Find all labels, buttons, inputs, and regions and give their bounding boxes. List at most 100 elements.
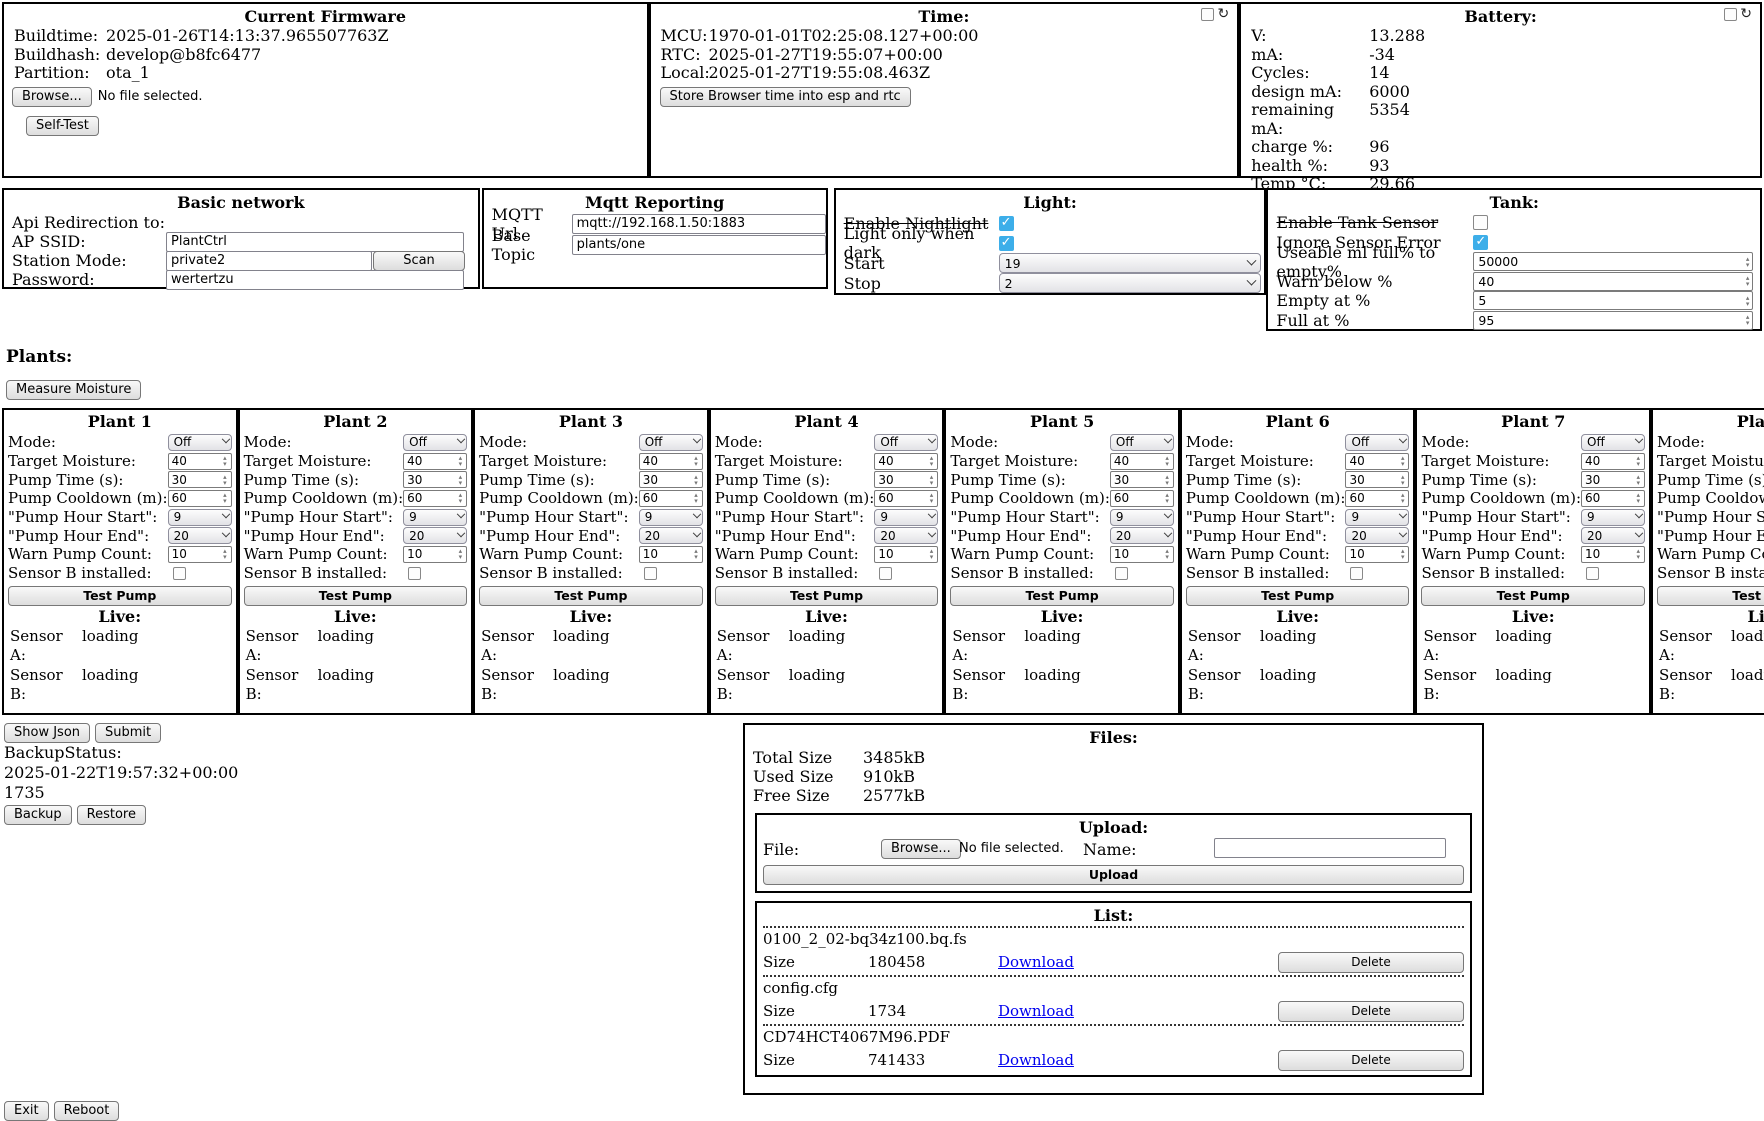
- number-spinner[interactable]: ▴▾: [1744, 314, 1752, 326]
- target-moisture-input[interactable]: 40 ▴▾: [403, 453, 467, 470]
- enable-tank-sensor-checkbox[interactable]: [1473, 215, 1488, 230]
- pump-hour-end-select[interactable]: 20: [168, 527, 232, 544]
- test-pump-button[interactable]: Test Pump: [1421, 586, 1645, 606]
- enable-nightlight-checkbox[interactable]: [999, 216, 1014, 231]
- test-pump-button[interactable]: Test Pump: [1657, 586, 1764, 606]
- download-link[interactable]: Download: [998, 953, 1074, 971]
- light-stop-select[interactable]: 2: [999, 273, 1261, 293]
- download-link[interactable]: Download: [998, 1002, 1074, 1020]
- target-moisture-input[interactable]: 40 ▴▾: [1110, 453, 1174, 470]
- upload-name-input[interactable]: [1214, 838, 1446, 858]
- test-pump-button[interactable]: Test Pump: [8, 586, 232, 606]
- sensor-b-installed-checkbox[interactable]: [644, 567, 657, 580]
- backup-button[interactable]: Backup: [4, 805, 72, 825]
- target-moisture-input[interactable]: 40 ▴▾: [874, 453, 938, 470]
- warn-pump-count-input[interactable]: 10 ▴▾: [403, 546, 467, 563]
- pump-cooldown-input[interactable]: 60 ▴▾: [874, 490, 938, 507]
- scan-button[interactable]: Scan: [373, 251, 465, 271]
- number-spinner[interactable]: ▴▾: [1163, 548, 1171, 560]
- pump-hour-start-select[interactable]: 9: [1581, 509, 1645, 526]
- station-mode-input[interactable]: [166, 251, 372, 271]
- pump-hour-end-select[interactable]: 20: [1581, 527, 1645, 544]
- test-pump-button[interactable]: Test Pump: [1186, 586, 1410, 606]
- mode-select[interactable]: Off: [1345, 434, 1409, 451]
- number-spinner[interactable]: ▴▾: [692, 548, 700, 560]
- refresh-icon[interactable]: ↻: [1740, 8, 1752, 21]
- download-link[interactable]: Download: [998, 1051, 1074, 1069]
- target-moisture-input[interactable]: 40 ▴▾: [1581, 453, 1645, 470]
- target-moisture-input[interactable]: 40 ▴▾: [168, 453, 232, 470]
- pump-hour-end-select[interactable]: 20: [1345, 527, 1409, 544]
- mode-select[interactable]: Off: [168, 434, 232, 451]
- number-spinner[interactable]: ▴▾: [1163, 474, 1171, 486]
- number-spinner[interactable]: ▴▾: [1635, 548, 1643, 560]
- mode-select[interactable]: Off: [1581, 434, 1645, 451]
- test-pump-button[interactable]: Test Pump: [950, 586, 1174, 606]
- warn-pump-count-input[interactable]: 10 ▴▾: [1581, 546, 1645, 563]
- empty-at-input[interactable]: 5 ▴▾: [1473, 291, 1753, 310]
- number-spinner[interactable]: ▴▾: [1163, 492, 1171, 504]
- reboot-button[interactable]: Reboot: [54, 1101, 120, 1121]
- ignore-sensor-error-checkbox[interactable]: [1473, 235, 1488, 250]
- test-pump-button[interactable]: Test Pump: [244, 586, 468, 606]
- light-start-select[interactable]: 19: [999, 253, 1261, 273]
- pump-cooldown-input[interactable]: 60 ▴▾: [403, 490, 467, 507]
- pump-hour-start-select[interactable]: 9: [874, 509, 938, 526]
- password-input[interactable]: [166, 270, 464, 290]
- warn-below-input[interactable]: 40 ▴▾: [1473, 272, 1753, 291]
- number-spinner[interactable]: ▴▾: [928, 492, 936, 504]
- number-spinner[interactable]: ▴▾: [457, 474, 465, 486]
- pump-hour-start-select[interactable]: 9: [168, 509, 232, 526]
- number-spinner[interactable]: ▴▾: [1399, 548, 1407, 560]
- number-spinner[interactable]: ▴▾: [1163, 455, 1171, 467]
- warn-pump-count-input[interactable]: 10 ▴▾: [639, 546, 703, 563]
- ap-ssid-input[interactable]: [166, 232, 464, 252]
- mode-select[interactable]: Off: [403, 434, 467, 451]
- pump-hour-start-select[interactable]: 9: [1110, 509, 1174, 526]
- number-spinner[interactable]: ▴▾: [692, 474, 700, 486]
- measure-moisture-button[interactable]: Measure Moisture: [6, 380, 141, 400]
- number-spinner[interactable]: ▴▾: [692, 492, 700, 504]
- warn-pump-count-input[interactable]: 10 ▴▾: [874, 546, 938, 563]
- pump-time-input[interactable]: 30 ▴▾: [1581, 471, 1645, 488]
- pump-hour-end-select[interactable]: 20: [639, 527, 703, 544]
- pump-hour-end-select[interactable]: 20: [403, 527, 467, 544]
- store-browser-time-button[interactable]: Store Browser time into esp and rtc: [660, 87, 911, 107]
- sensor-b-installed-checkbox[interactable]: [879, 567, 892, 580]
- target-moisture-input[interactable]: 40 ▴▾: [1345, 453, 1409, 470]
- pump-time-input[interactable]: 30 ▴▾: [639, 471, 703, 488]
- number-spinner[interactable]: ▴▾: [928, 455, 936, 467]
- number-spinner[interactable]: ▴▾: [1635, 492, 1643, 504]
- pump-cooldown-input[interactable]: 60 ▴▾: [1110, 490, 1174, 507]
- number-spinner[interactable]: ▴▾: [1635, 474, 1643, 486]
- number-spinner[interactable]: ▴▾: [1635, 455, 1643, 467]
- number-spinner[interactable]: ▴▾: [457, 548, 465, 560]
- delete-button[interactable]: Delete: [1278, 952, 1464, 973]
- battery-auto-refresh-checkbox[interactable]: [1724, 8, 1737, 21]
- firmware-browse-button[interactable]: Browse...: [12, 87, 92, 107]
- sensor-b-installed-checkbox[interactable]: [173, 567, 186, 580]
- self-test-button[interactable]: Self-Test: [26, 116, 99, 136]
- show-json-button[interactable]: Show Json: [4, 723, 90, 743]
- pump-hour-start-select[interactable]: 9: [1345, 509, 1409, 526]
- number-spinner[interactable]: ▴▾: [221, 492, 229, 504]
- number-spinner[interactable]: ▴▾: [221, 548, 229, 560]
- pump-time-input[interactable]: 30 ▴▾: [403, 471, 467, 488]
- time-auto-refresh-checkbox[interactable]: [1201, 8, 1214, 21]
- sensor-b-installed-checkbox[interactable]: [1115, 567, 1128, 580]
- pump-hour-start-select[interactable]: 9: [639, 509, 703, 526]
- upload-button[interactable]: Upload: [763, 865, 1464, 885]
- submit-button[interactable]: Submit: [95, 723, 161, 743]
- pump-hour-end-select[interactable]: 20: [874, 527, 938, 544]
- number-spinner[interactable]: ▴▾: [1399, 455, 1407, 467]
- number-spinner[interactable]: ▴▾: [928, 548, 936, 560]
- pump-cooldown-input[interactable]: 60 ▴▾: [1345, 490, 1409, 507]
- pump-time-input[interactable]: 30 ▴▾: [874, 471, 938, 488]
- pump-cooldown-input[interactable]: 60 ▴▾: [639, 490, 703, 507]
- pump-hour-start-select[interactable]: 9: [403, 509, 467, 526]
- number-spinner[interactable]: ▴▾: [457, 455, 465, 467]
- mode-select[interactable]: Off: [1110, 434, 1174, 451]
- exit-button[interactable]: Exit: [4, 1101, 49, 1121]
- restore-button[interactable]: Restore: [77, 805, 146, 825]
- number-spinner[interactable]: ▴▾: [457, 492, 465, 504]
